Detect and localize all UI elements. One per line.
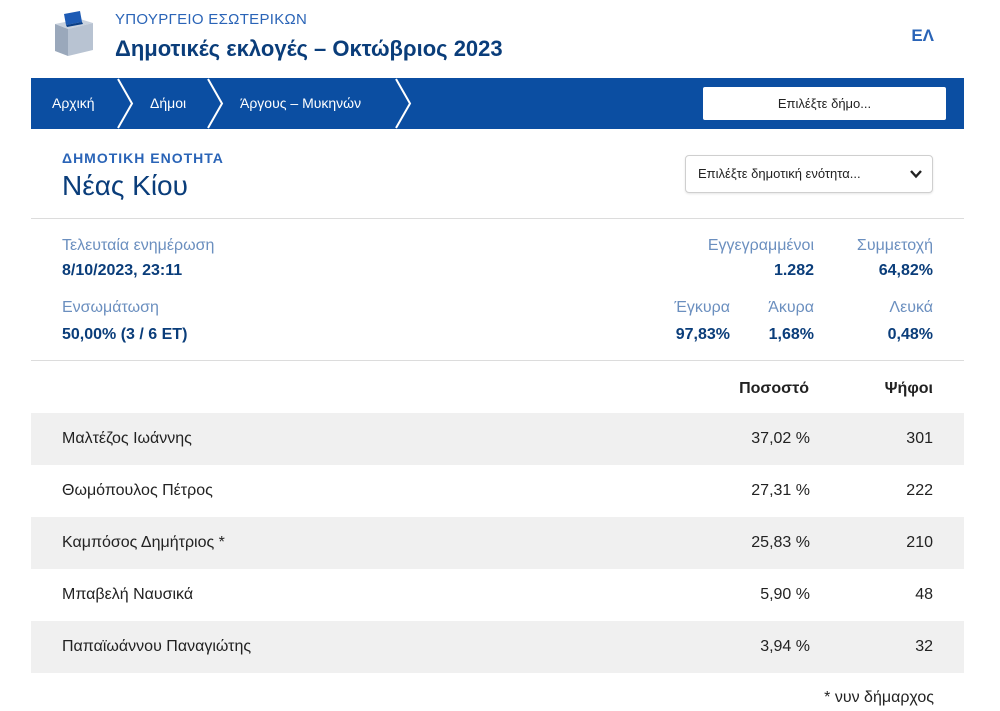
turnout-label: Συμμετοχή	[856, 237, 933, 254]
last-update-value: 8/10/2023, 23:11	[62, 262, 183, 279]
breadcrumb-home[interactable]: Αρχική	[52, 78, 95, 129]
last-update-label: Τελευταία ενημέρωση	[62, 237, 215, 254]
candidate-percent: 25,83 %	[751, 534, 810, 551]
breadcrumb: Αρχική Δήμοι Άργους – Μυκηνών Επιλέξτε δ…	[31, 78, 964, 129]
candidate-votes: 210	[906, 534, 933, 551]
turnout-value: 64,82%	[878, 262, 933, 279]
site-header: ΥΠΟΥΡΓΕΙΟ ΕΣΩΤΕΡΙΚΩΝ Δημοτικές εκλογές –…	[0, 0, 1000, 78]
candidate-percent: 37,02 %	[751, 430, 810, 447]
breadcrumb-municipality[interactable]: Άργους – Μυκηνών	[240, 78, 361, 129]
chevron-right-icon	[395, 78, 412, 129]
unit-select[interactable]: Επιλέξτε δημοτική ενότητα...	[685, 155, 933, 193]
table-row: Παπαϊωάννου Παναγιώτης 3,94 % 32	[31, 621, 964, 673]
breadcrumb-municipalities[interactable]: Δήμοι	[150, 78, 186, 129]
divider	[31, 218, 964, 219]
candidate-percent: 27,31 %	[751, 482, 810, 499]
candidate-votes: 222	[906, 482, 933, 499]
unit-name: Νέας Κίου	[62, 170, 188, 201]
valid-value: 97,83%	[675, 326, 730, 343]
unit-label: ΔΗΜΟΤΙΚΗ ΕΝΟΤΗΤΑ	[62, 150, 224, 166]
chevron-right-icon	[207, 78, 224, 129]
ballot-box-icon	[55, 11, 93, 56]
candidate-percent: 5,90 %	[760, 586, 810, 603]
table-row: Μπαβελή Ναυσικά 5,90 % 48	[31, 569, 964, 621]
integration-value: 50,00% (3 / 6 ΕΤ)	[62, 326, 188, 343]
candidate-name: Μαλτέζος Ιωάννης	[62, 430, 192, 447]
candidate-percent: 3,94 %	[760, 638, 810, 655]
candidate-votes: 32	[915, 638, 933, 655]
col-header-percent: Ποσοστό	[739, 380, 809, 397]
select-municipality-button[interactable]: Επιλέξτε δήμο...	[703, 87, 946, 120]
table-row: Μαλτέζος Ιωάννης 37,02 % 301	[31, 413, 964, 465]
page: ΥΠΟΥΡΓΕΙΟ ΕΣΩΤΕΡΙΚΩΝ Δημοτικές εκλογές –…	[0, 0, 1000, 711]
candidate-name: Καμπόσος Δημήτριος *	[62, 534, 225, 551]
candidate-name: Παπαϊωάννου Παναγιώτης	[62, 638, 252, 655]
candidate-name: Θωμόπουλος Πέτρος	[62, 482, 213, 499]
registered-value: 1.282	[773, 262, 814, 279]
chevron-right-icon	[117, 78, 134, 129]
blank-label: Λευκά	[889, 299, 933, 316]
election-title: Δημοτικές εκλογές – Οκτώβριος 2023	[115, 36, 503, 61]
table-row: Καμπόσος Δημήτριος * 25,83 % 210	[31, 517, 964, 569]
unit-select-placeholder: Επιλέξτε δημοτική ενότητα...	[698, 166, 861, 181]
registered-label: Εγγεγραμμένοι	[707, 237, 814, 254]
table-row: Θωμόπουλος Πέτρος 27,31 % 222	[31, 465, 964, 517]
incumbent-footnote: * νυν δήμαρχος	[824, 689, 934, 706]
language-switch[interactable]: ΕΛ	[911, 26, 934, 46]
integration-label: Ενσωμάτωση	[62, 299, 159, 316]
valid-label: Έγκυρα	[674, 299, 730, 316]
divider	[31, 360, 964, 361]
invalid-value: 1,68%	[768, 326, 814, 343]
ministry-name: ΥΠΟΥΡΓΕΙΟ ΕΣΩΤΕΡΙΚΩΝ	[115, 11, 308, 28]
blank-value: 0,48%	[887, 326, 933, 343]
candidate-votes: 301	[906, 430, 933, 447]
invalid-label: Άκυρα	[768, 299, 814, 316]
col-header-votes: Ψήφοι	[884, 380, 933, 397]
candidate-name: Μπαβελή Ναυσικά	[62, 586, 194, 603]
chevron-down-icon	[910, 170, 922, 179]
candidate-votes: 48	[915, 586, 933, 603]
